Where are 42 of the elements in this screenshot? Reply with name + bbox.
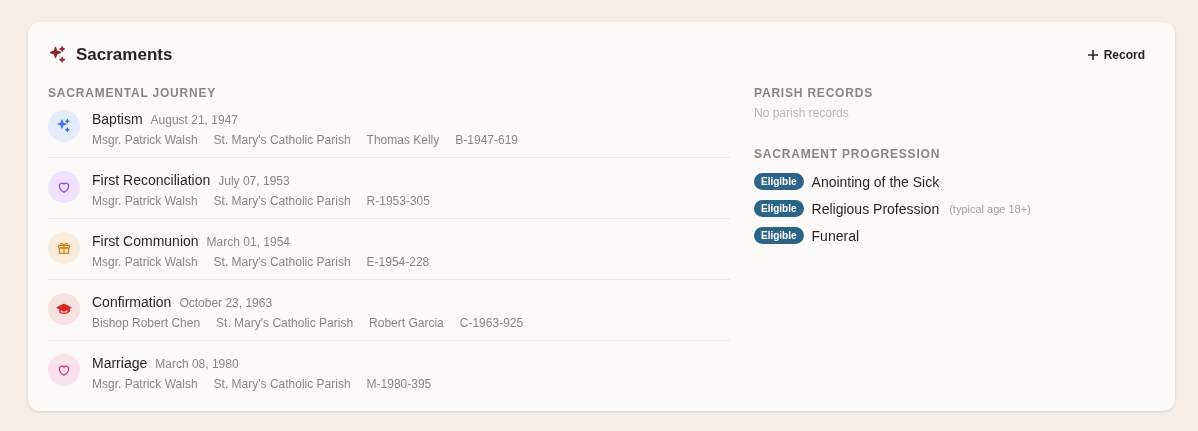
sacrament-date: October 23, 1963 — [179, 296, 273, 310]
status-badge: Eligible — [754, 227, 804, 244]
record-detail: Thomas Kelly — [366, 133, 440, 147]
card-title: Sacraments — [76, 45, 173, 65]
record-detail: R-1953-305 — [366, 194, 430, 208]
sacrament-date: March 08, 1980 — [155, 357, 239, 371]
record-detail: St. Mary's Catholic Parish — [213, 377, 351, 391]
record-detail: C-1963-925 — [459, 316, 524, 330]
sacrament-name: Anointing of the Sick — [811, 173, 940, 190]
sacrament-date: March 01, 1954 — [206, 235, 290, 249]
add-record-button[interactable]: Record — [1085, 44, 1147, 66]
section-heading: SACRAMENT PROGRESSION — [754, 147, 942, 161]
record-detail: Robert Garcia — [369, 316, 444, 330]
sacrament-name: Funeral — [811, 227, 860, 244]
sacrament-name: Marriage — [92, 355, 148, 371]
record-detail: Msgr. Patrick Walsh — [92, 255, 198, 269]
age-note: (typical age 18+) — [949, 202, 1031, 215]
record-detail: M-1980-395 — [366, 377, 432, 391]
record-detail: Bishop Robert Chen — [92, 316, 201, 330]
sacrament-name: First Reconciliation — [92, 172, 211, 188]
sacrament-name: Baptism — [92, 111, 143, 127]
sparkles-icon — [48, 45, 68, 65]
sacrament-name: Religious Profession — [811, 200, 940, 217]
status-badge: Eligible — [754, 200, 804, 217]
record-detail: Msgr. Patrick Walsh — [92, 133, 198, 147]
record-detail: St. Mary's Catholic Parish — [213, 133, 351, 147]
section-heading: PARISH RECORDS — [754, 86, 874, 100]
record-detail: St. Mary's Catholic Parish — [216, 316, 354, 330]
status-badge: Eligible — [754, 173, 804, 190]
record-detail: Msgr. Patrick Walsh — [92, 194, 198, 208]
record-detail: St. Mary's Catholic Parish — [213, 255, 351, 269]
sacrament-name: First Communion — [92, 233, 199, 249]
record-detail: Msgr. Patrick Walsh — [92, 377, 198, 391]
section-heading: SACRAMENTAL JOURNEY — [48, 86, 218, 100]
record-detail: B-1947-619 — [455, 133, 518, 147]
empty-message: No parish records — [754, 106, 850, 120]
sacrament-date: August 21, 1947 — [150, 113, 238, 127]
plus-icon — [1087, 50, 1098, 60]
record-detail: St. Mary's Catholic Parish — [213, 194, 351, 208]
sacrament-name: Confirmation — [92, 294, 172, 310]
record-detail: E-1954-228 — [366, 255, 430, 269]
sacrament-date: July 07, 1953 — [218, 174, 290, 188]
